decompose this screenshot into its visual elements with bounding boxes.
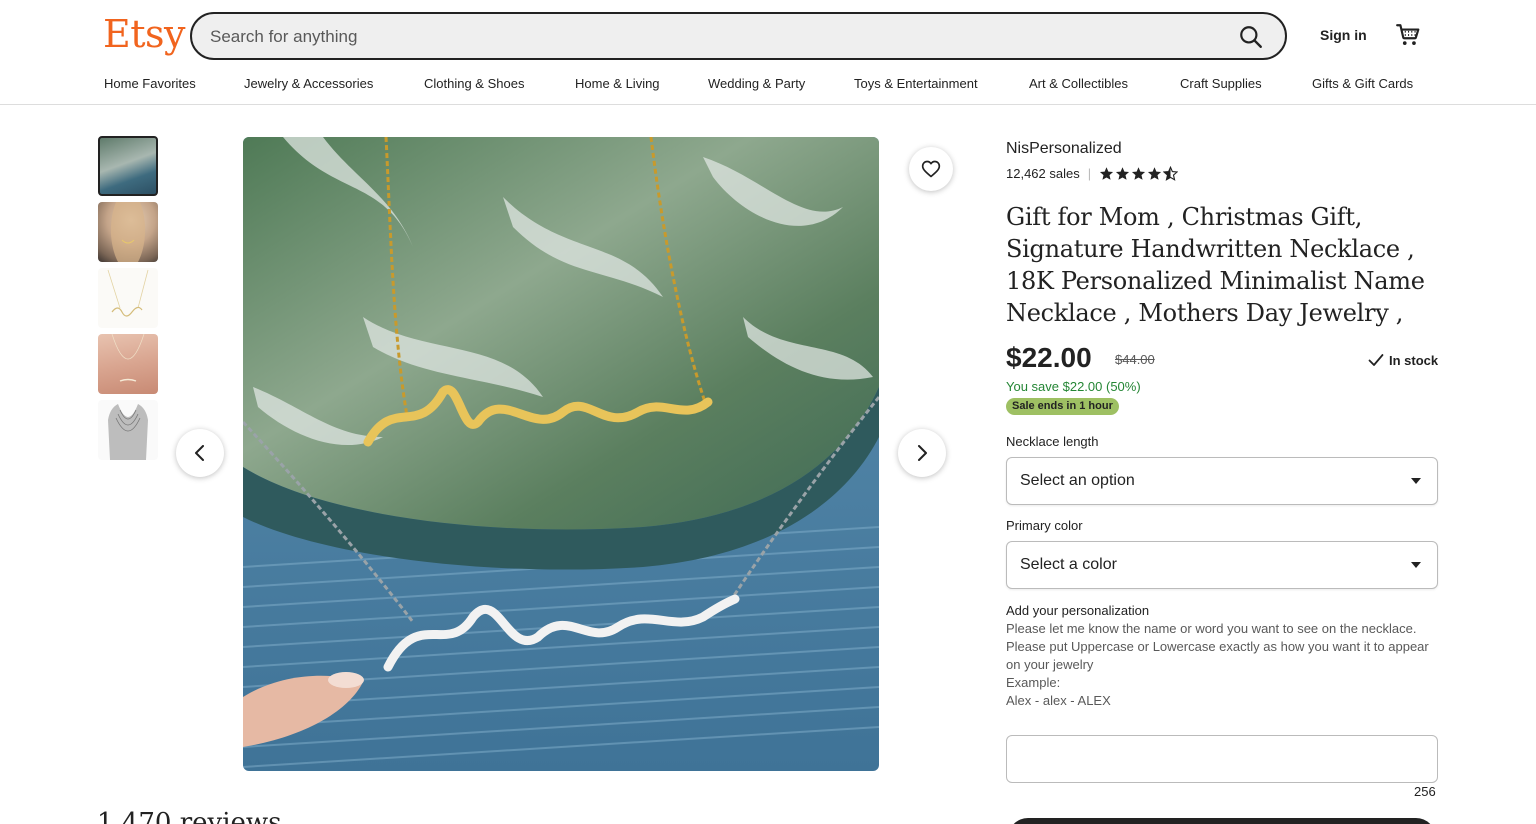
nav-item-clothing[interactable]: Clothing & Shoes [424, 76, 524, 91]
necklace-length-label: Necklace length [1006, 434, 1099, 449]
product-title: Gift for Mom , Christmas Gift, Signature… [1006, 203, 1425, 327]
nav-item-jewelry[interactable]: Jewelry & Accessories [244, 76, 373, 91]
thumbnail-1[interactable] [98, 136, 158, 196]
search-bar[interactable] [190, 12, 1287, 60]
instruction-line: Please put Uppercase or Lowercase exactl… [1006, 639, 1429, 672]
savings-text: You save $22.00 (50%) [1006, 379, 1141, 394]
dropdown-caret-icon [1411, 562, 1421, 568]
stock-status-text: In stock [1389, 352, 1439, 368]
previous-image-button[interactable] [176, 429, 224, 477]
personalization-instructions: Please let me know the name or word you … [1006, 620, 1438, 710]
divider: | [1087, 166, 1092, 181]
next-image-button[interactable] [898, 429, 946, 477]
primary-color-value: Select a color [1020, 556, 1117, 573]
instruction-line: Alex - alex - ALEX [1006, 693, 1111, 708]
search-input[interactable] [210, 24, 1210, 50]
personalization-label: Add your personalization [1006, 603, 1150, 618]
nav-item-wedding[interactable]: Wedding & Party [708, 76, 805, 91]
favorite-button[interactable] [909, 147, 953, 191]
stock-status: In stock [1368, 352, 1438, 368]
thumbnail-3[interactable] [98, 268, 158, 328]
thumbnail-5[interactable] [98, 400, 158, 460]
thumbnail-4[interactable] [98, 334, 158, 394]
thumbnail-2[interactable] [98, 202, 158, 262]
primary-color-label: Primary color [1006, 518, 1083, 533]
instruction-line: Please let me know the name or word you … [1006, 621, 1417, 636]
dropdown-caret-icon [1411, 478, 1421, 484]
site-header: Etsy Sign in Home Favorites Jewelry & Ac… [0, 0, 1536, 105]
heart-icon [921, 160, 941, 178]
chevron-right-icon [918, 445, 927, 461]
necklace-length-select[interactable]: Select an option [1006, 457, 1438, 505]
sales-and-rating: 12,462 sales | [1006, 166, 1179, 181]
cart-icon[interactable] [1395, 22, 1421, 48]
star-icon [1148, 167, 1162, 180]
checkmark-icon [1368, 354, 1384, 366]
thumbnail-5-image [108, 404, 148, 460]
main-product-image [243, 137, 879, 771]
original-price: $44.00 [1115, 352, 1155, 367]
necklace-length-value: Select an option [1020, 472, 1135, 489]
nav-item-toys[interactable]: Toys & Entertainment [854, 76, 978, 91]
personalization-textarea[interactable] [1006, 735, 1438, 783]
nav-item-art[interactable]: Art & Collectibles [1029, 76, 1128, 91]
nav-item-craft[interactable]: Craft Supplies [1180, 76, 1262, 91]
half-star-icon [1163, 166, 1179, 181]
reviews-heading: 1,470 reviews [97, 808, 282, 824]
category-nav: Home Favorites Jewelry & Accessories Clo… [0, 76, 1536, 94]
thumbnail-4-image [111, 334, 145, 382]
rating-stars[interactable] [1099, 166, 1179, 181]
etsy-logo[interactable]: Etsy [103, 12, 185, 56]
nav-item-home-living[interactable]: Home & Living [575, 76, 660, 91]
sale-badge: Sale ends in 1 hour [1006, 398, 1119, 415]
thumbnail-2-image [110, 202, 146, 262]
star-icon [1100, 167, 1114, 180]
star-icon [1116, 167, 1130, 180]
sign-in-link[interactable]: Sign in [1320, 27, 1367, 43]
star-icon [1132, 167, 1146, 180]
sales-count: 12,462 sales [1006, 166, 1080, 181]
thumbnail-3-image [107, 269, 149, 317]
add-to-cart-button[interactable] [1008, 818, 1436, 824]
sale-price: $22.00 [1006, 342, 1092, 373]
nav-item-gifts[interactable]: Gifts & Gift Cards [1312, 76, 1413, 91]
necklace-photo [243, 137, 879, 771]
shop-name-link[interactable]: NisPersonalized [1006, 140, 1122, 158]
primary-color-select[interactable]: Select a color [1006, 541, 1438, 589]
instruction-line: Example: [1006, 675, 1061, 690]
chevron-left-icon [195, 445, 204, 461]
nav-item-home-favorites[interactable]: Home Favorites [104, 76, 196, 91]
character-count: 256 [1414, 784, 1436, 799]
search-icon[interactable] [1238, 24, 1264, 50]
